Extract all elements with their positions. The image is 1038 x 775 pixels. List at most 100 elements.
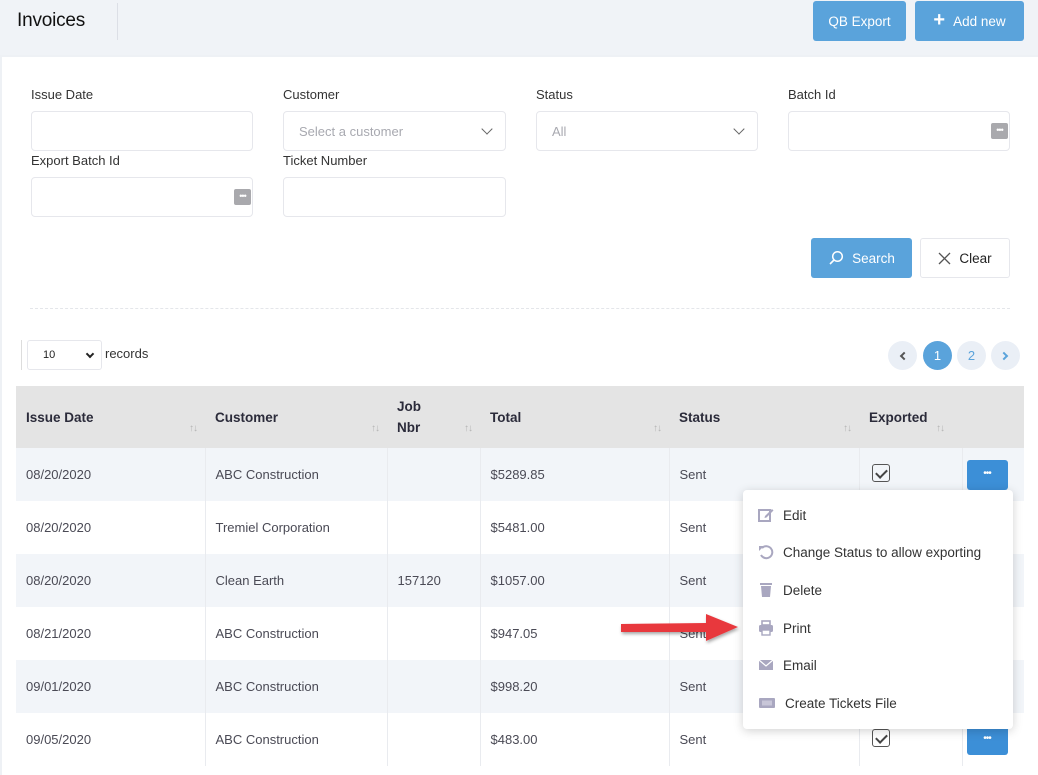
column-header-total[interactable]: Total ↑↓ — [480, 386, 669, 448]
cell-total: $5289.85 — [480, 448, 670, 501]
status-label: Status — [536, 87, 573, 102]
menu-item-print[interactable]: Print — [758, 620, 811, 636]
row-actions-button[interactable]: ••• — [966, 459, 1008, 490]
cell-customer: Tremiel Corporation — [205, 501, 388, 554]
search-button[interactable]: Search — [811, 238, 912, 278]
column-header-job-nbr[interactable]: Job Nbr ↑↓ — [387, 386, 480, 448]
cell-issue-date: 08/20/2020 — [16, 448, 206, 501]
cell-issue-date: 08/21/2020 — [16, 607, 206, 660]
status-select[interactable]: All — [536, 111, 758, 151]
batch-id-input[interactable]: ••• — [788, 111, 1010, 151]
envelope-icon — [758, 659, 774, 670]
prev-page-button[interactable] — [888, 341, 917, 370]
cell-customer: ABC Construction — [205, 660, 388, 713]
column-header-customer[interactable]: Customer ↑↓ — [205, 386, 387, 448]
page-2-button[interactable]: 2 — [957, 341, 986, 370]
column-header-status[interactable]: Status ↑↓ — [669, 386, 859, 448]
cell-customer: ABC Construction — [205, 713, 388, 766]
menu-item-label: Delete — [783, 582, 823, 598]
sort-icon[interactable]: ↑↓ — [936, 423, 945, 434]
printer-icon — [759, 620, 773, 636]
customer-label: Customer — [283, 87, 340, 102]
chevron-down-icon — [481, 123, 493, 135]
next-page-button[interactable] — [991, 341, 1020, 370]
exported-checkbox[interactable] — [871, 464, 890, 482]
column-label: Exported — [869, 409, 928, 425]
cell-job-nbr — [387, 448, 481, 501]
ticket-number-label: Ticket Number — [283, 153, 368, 168]
row-actions-menu: Edit Change Status to allow exporting De… — [743, 490, 1013, 729]
chevron-down-icon — [85, 349, 95, 359]
search-label: Search — [852, 250, 895, 266]
records-label: records — [105, 346, 149, 361]
search-icon — [829, 250, 844, 265]
column-header-issue-date[interactable]: Issue Date ↑↓ — [16, 386, 205, 448]
sort-icon[interactable]: ↑↓ — [843, 423, 852, 434]
issue-date-input[interactable] — [31, 111, 253, 151]
column-label: Status — [679, 409, 721, 425]
export-batch-id-input[interactable]: ••• — [31, 177, 253, 217]
sort-icon[interactable]: ↑↓ — [464, 423, 473, 434]
cell-total: $998.20 — [480, 660, 670, 713]
menu-item-change-status[interactable]: Change Status to allow exporting — [758, 544, 981, 560]
page-title: Invoices — [17, 10, 86, 31]
page-number: 1 — [933, 348, 942, 363]
menu-item-label: Edit — [783, 507, 807, 523]
clear-label: Clear — [959, 250, 992, 266]
trash-icon — [760, 583, 772, 597]
menu-item-label: Create Tickets File — [785, 695, 897, 711]
cell-customer: ABC Construction — [205, 607, 388, 660]
more-dots-icon[interactable]: ••• — [234, 189, 251, 205]
menu-item-label: Print — [783, 620, 811, 636]
add-new-button[interactable]: + Add new — [915, 1, 1024, 41]
edit-icon — [758, 509, 774, 522]
column-header-actions — [962, 386, 1024, 448]
title-divider — [117, 3, 118, 40]
menu-item-email[interactable]: Email — [758, 657, 817, 673]
ticket-number-input[interactable] — [283, 177, 506, 217]
cell-issue-date: 09/05/2020 — [16, 713, 206, 766]
cell-job-nbr — [387, 713, 481, 766]
cell-issue-date: 08/20/2020 — [16, 554, 206, 607]
issue-date-label: Issue Date — [31, 87, 94, 102]
sort-icon[interactable]: ↑↓ — [189, 423, 198, 434]
column-label: Total — [490, 409, 522, 425]
menu-item-label: Email — [783, 657, 817, 673]
qb-export-button[interactable]: QB Export — [813, 1, 906, 41]
sort-icon[interactable]: ↑↓ — [653, 423, 662, 434]
batch-id-label: Batch Id — [788, 87, 836, 102]
cell-job-nbr — [387, 607, 481, 660]
customer-select[interactable]: Select a customer — [283, 111, 506, 151]
menu-item-edit[interactable]: Edit — [758, 507, 806, 523]
undo-icon — [759, 545, 774, 560]
status-value: All — [552, 124, 567, 139]
cell-customer: Clean Earth — [205, 554, 388, 607]
column-label: Customer — [215, 409, 279, 425]
chevron-down-icon — [733, 123, 745, 135]
column-header-exported[interactable]: Exported ↑↓ — [859, 386, 962, 448]
column-label: Issue Date — [26, 409, 94, 425]
page-size-value: 10 — [43, 349, 56, 361]
section-divider — [30, 308, 1010, 309]
row-actions-button[interactable]: ••• — [966, 724, 1008, 755]
menu-item-create-tickets-file[interactable]: Create Tickets File — [758, 695, 897, 711]
add-new-label: Add new — [953, 13, 1006, 29]
cell-total: $483.00 — [480, 713, 670, 766]
more-dots-icon[interactable]: ••• — [991, 123, 1008, 139]
export-batch-id-label: Export Batch Id — [31, 153, 120, 168]
table-header-row: Issue Date ↑↓ Customer ↑↓ Job Nbr ↑↓ Total ↑… — [16, 386, 1024, 448]
exported-checkbox[interactable] — [871, 729, 890, 747]
page-number: 2 — [967, 348, 976, 363]
column-label: Job Nbr — [397, 399, 422, 435]
customer-placeholder: Select a customer — [299, 124, 404, 139]
clear-button[interactable]: Clear — [920, 238, 1010, 278]
divider — [21, 340, 22, 370]
cell-job-nbr — [387, 501, 481, 554]
page-1-button[interactable]: 1 — [923, 341, 952, 370]
cell-issue-date: 08/20/2020 — [16, 501, 206, 554]
cell-total: $5481.00 — [480, 501, 670, 554]
sort-icon[interactable]: ↑↓ — [371, 423, 380, 434]
page-size-select[interactable]: 10 — [27, 340, 102, 370]
menu-item-delete[interactable]: Delete — [758, 582, 822, 598]
cell-job-nbr — [387, 660, 481, 713]
